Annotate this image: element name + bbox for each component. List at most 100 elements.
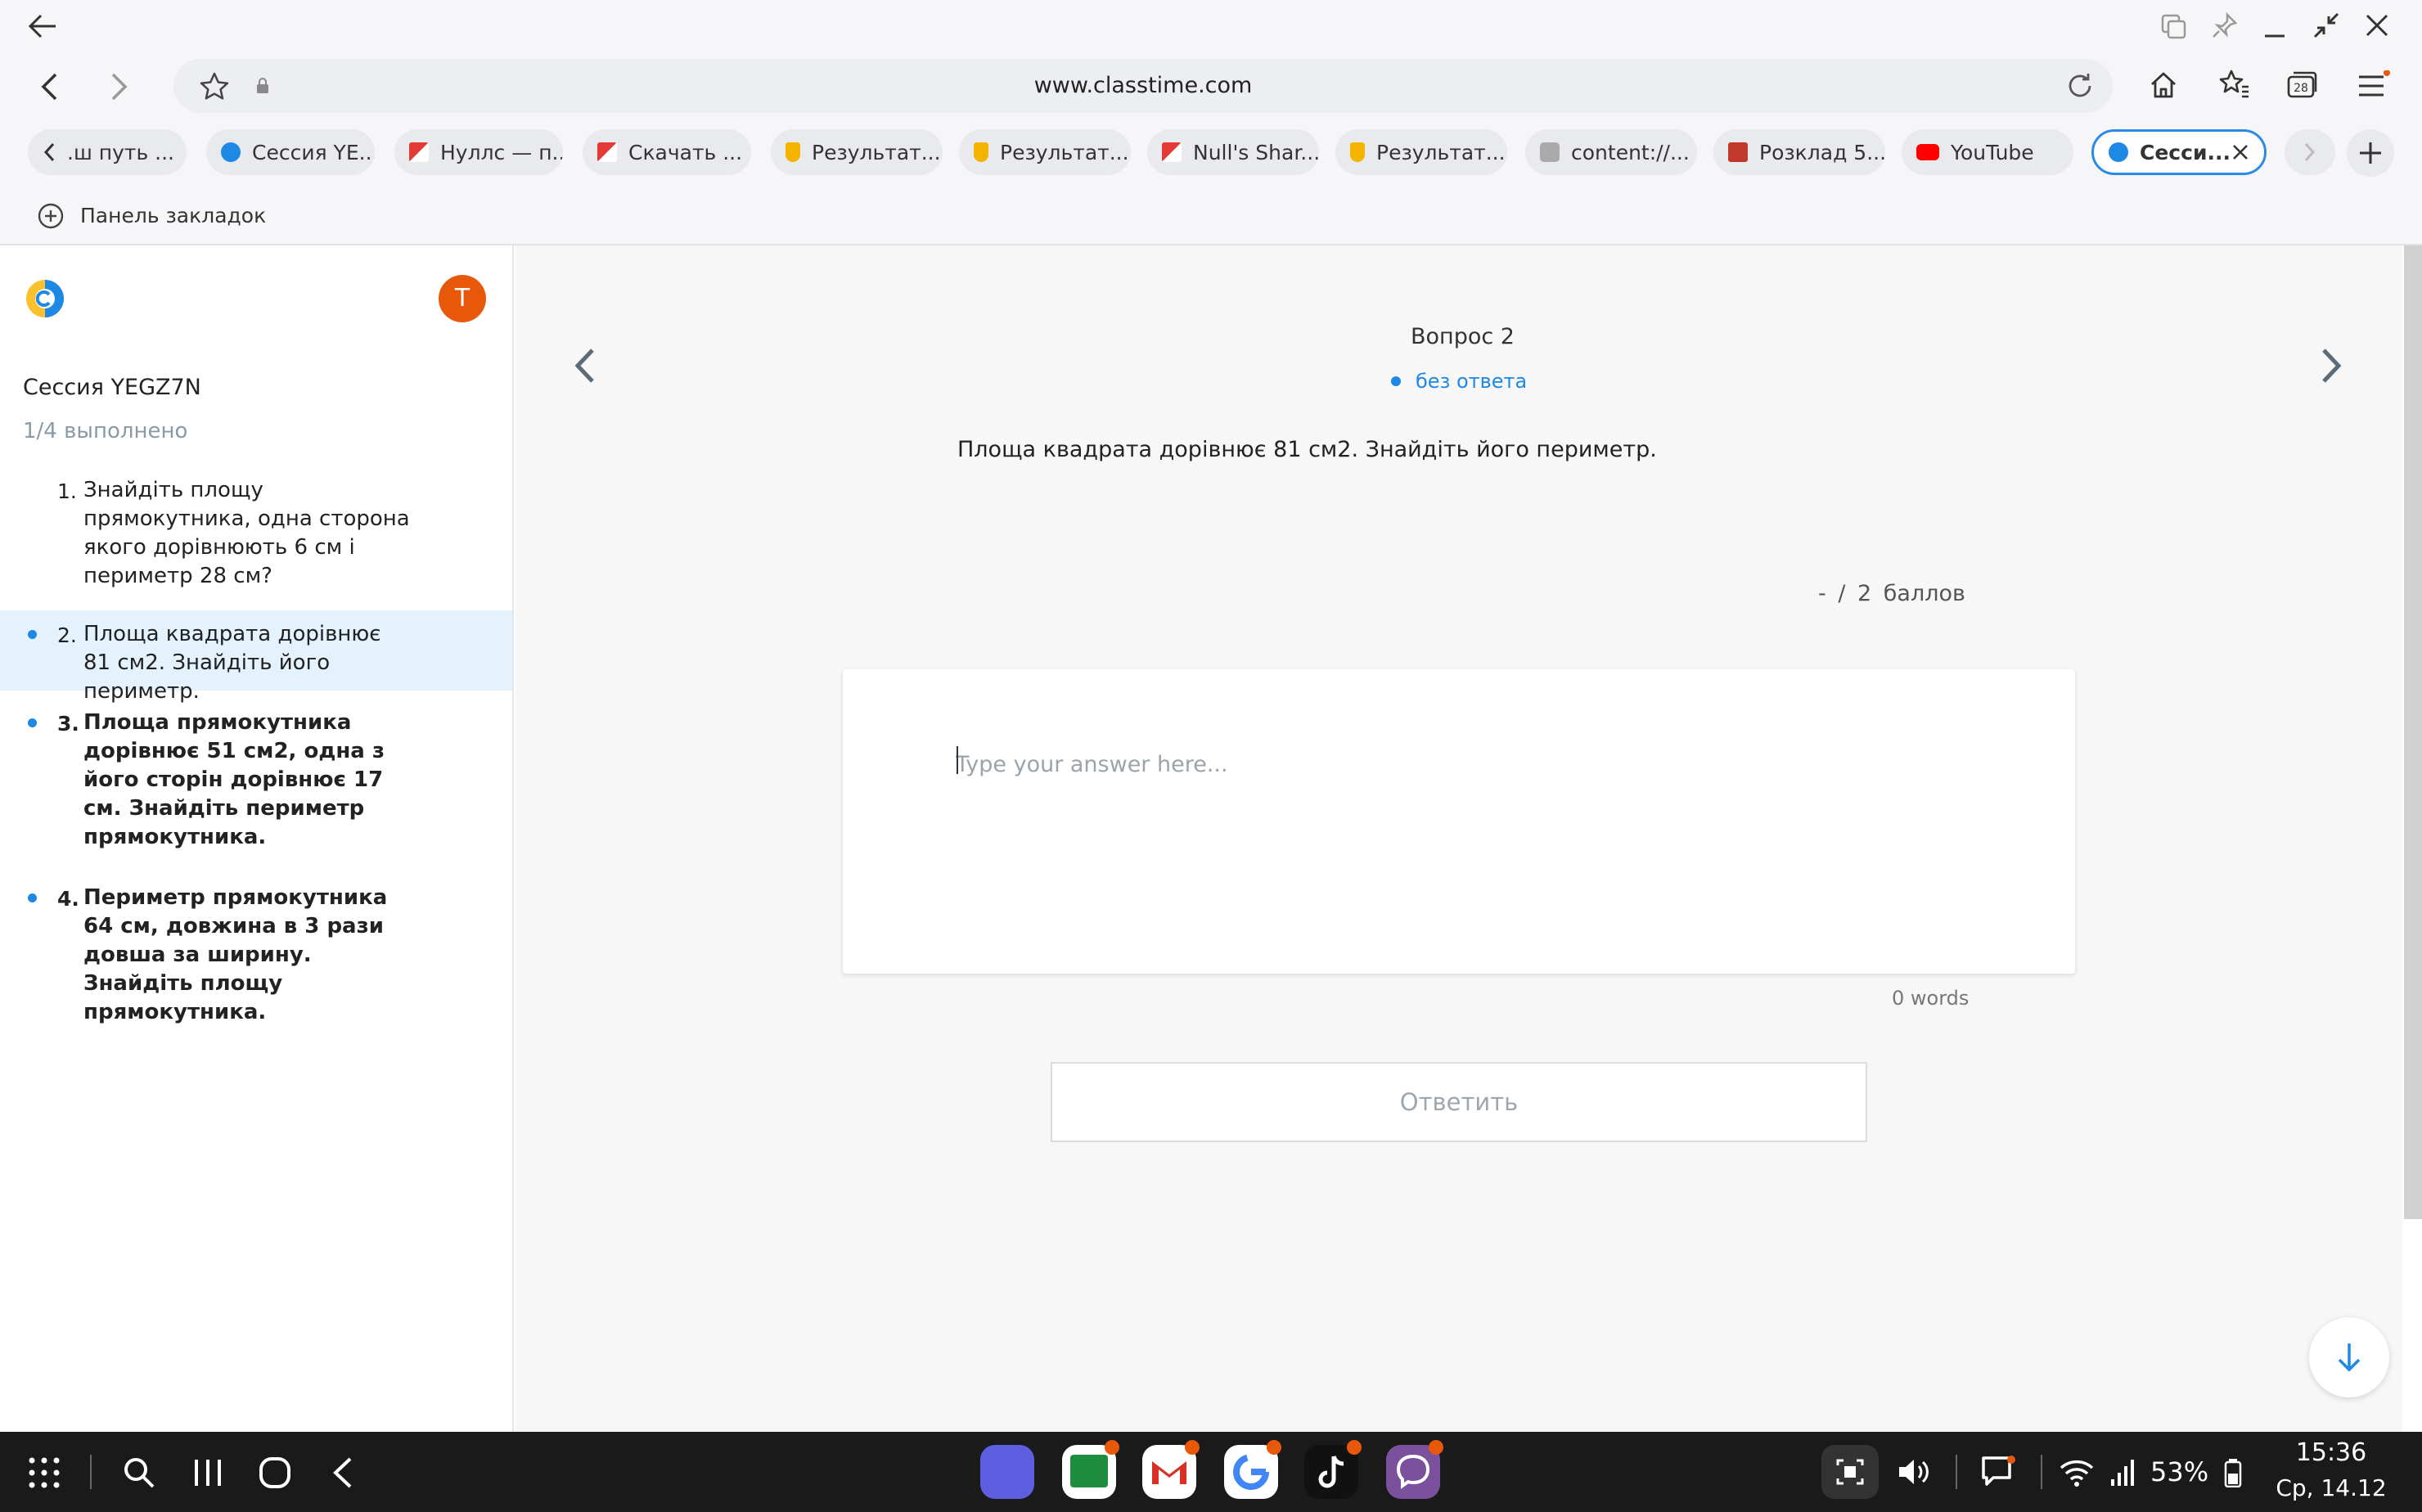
- search-icon[interactable]: [123, 1456, 155, 1489]
- next-question-icon[interactable]: [2321, 347, 2343, 385]
- restore-icon[interactable]: [2312, 11, 2340, 39]
- battery-icon: [2224, 1458, 2242, 1487]
- taskbar-divider: [90, 1455, 92, 1489]
- nulls-icon: [409, 142, 429, 162]
- pip-icon[interactable]: [2160, 13, 2186, 39]
- status-dot: [1391, 376, 1401, 386]
- home-button-icon[interactable]: [259, 1456, 291, 1489]
- nulls-icon: [597, 142, 617, 162]
- classtime-icon: [2109, 142, 2128, 162]
- tab-5[interactable]: Результат...: [771, 129, 943, 175]
- tab-12-active[interactable]: Сесси...: [2091, 129, 2267, 175]
- plus-icon: [2358, 141, 2383, 165]
- google-icon[interactable]: [1224, 1440, 1281, 1499]
- date[interactable]: Ср, 14.12: [2262, 1474, 2401, 1501]
- tab-4[interactable]: Скачать ...: [583, 129, 751, 175]
- score-text: - / 2 баллов: [1818, 581, 1965, 606]
- system-back-icon[interactable]: [331, 1456, 353, 1489]
- notification-badge: [1347, 1440, 1362, 1455]
- bookmarks-bar: Панель закладок: [0, 187, 2422, 245]
- tiktok-icon[interactable]: [1304, 1440, 1362, 1499]
- question-list-item-3[interactable]: 3. Площа прямокутника дорівнює 51 см2, о…: [0, 709, 512, 864]
- status-dot: [28, 630, 37, 639]
- question-number: Вопрос 2: [1411, 324, 1515, 349]
- menu-icon[interactable]: [2357, 70, 2391, 101]
- notification-badge: [1105, 1440, 1119, 1455]
- close-tab-icon[interactable]: [2231, 143, 2249, 161]
- scrollbar-thumb[interactable]: [2404, 245, 2422, 1219]
- tab-2[interactable]: Сессия YE...: [206, 129, 375, 175]
- new-tab-button[interactable]: [2347, 129, 2394, 177]
- system-taskbar: 53% 15:36 Ср, 14.12: [0, 1432, 2422, 1512]
- close-window-icon[interactable]: [2365, 13, 2389, 38]
- tab-1[interactable]: .ш путь ...: [28, 129, 187, 175]
- question-list-item-4[interactable]: 4. Периметр прямокутника 64 см, довжина …: [0, 884, 512, 1024]
- bell-icon: [786, 142, 800, 162]
- tab-count: 28: [2294, 82, 2308, 95]
- answer-input[interactable]: [956, 745, 1938, 784]
- bookmarks-panel-label[interactable]: Панель закладок: [80, 187, 266, 245]
- notifications-icon[interactable]: [1980, 1455, 2016, 1489]
- progress-text: 1/4 выполнено: [23, 419, 188, 443]
- gmail-icon[interactable]: [1142, 1440, 1200, 1499]
- content-icon: [1540, 142, 1560, 162]
- home-icon[interactable]: [2149, 70, 2178, 100]
- viber-icon[interactable]: [1386, 1440, 1443, 1499]
- back-arrow-icon[interactable]: [28, 13, 57, 39]
- classtime-icon: [221, 142, 241, 162]
- tab-9[interactable]: content://...: [1525, 129, 1697, 175]
- nav-back-icon[interactable]: [39, 72, 59, 101]
- address-bar[interactable]: www.classtime.com: [173, 59, 2113, 113]
- minimize-icon[interactable]: [2262, 13, 2288, 39]
- answer-status: без ответа: [1391, 370, 1527, 393]
- nav-forward-icon[interactable]: [110, 72, 129, 101]
- add-bookmark-icon[interactable]: [38, 203, 64, 229]
- question-text: Площа квадрата дорівнює 81 см2. Знайдіть…: [957, 437, 1657, 462]
- youtube-icon: [1916, 144, 1939, 160]
- answer-card: [843, 669, 2075, 974]
- window-bar: [0, 0, 2422, 52]
- google-classroom-icon[interactable]: [1062, 1440, 1119, 1499]
- url-text[interactable]: www.classtime.com: [173, 59, 2113, 113]
- taskbar-divider: [2041, 1455, 2042, 1489]
- scroll-down-button[interactable]: [2309, 1317, 2389, 1397]
- notification-badge: [1429, 1440, 1443, 1455]
- notification-badge: [1185, 1440, 1200, 1455]
- chevron-right-icon: [2303, 142, 2316, 163]
- clock[interactable]: 15:36: [2262, 1438, 2401, 1467]
- volume-icon[interactable]: [1897, 1456, 1929, 1487]
- back-chevron-icon: [43, 142, 56, 163]
- recents-icon[interactable]: [193, 1456, 223, 1489]
- apps-grid-icon[interactable]: [28, 1456, 61, 1489]
- tab-manager-icon[interactable]: 28: [2286, 70, 2317, 100]
- word-count: 0 words: [1892, 987, 1970, 1010]
- user-avatar[interactable]: T: [439, 275, 486, 322]
- wifi-icon: [2059, 1456, 2095, 1487]
- tab-6[interactable]: Результат...: [959, 129, 1131, 175]
- bell-icon: [974, 142, 988, 162]
- pin-icon[interactable]: [2211, 11, 2239, 39]
- screenshot-button[interactable]: [1821, 1445, 1879, 1499]
- arrow-down-icon: [2337, 1342, 2361, 1373]
- tab-7[interactable]: Null's Shar...: [1147, 129, 1319, 175]
- question-sidebar: T Сессия YEGZ7N 1/4 выполнено 1. Знайдіт…: [0, 245, 514, 1432]
- reload-icon[interactable]: [2065, 71, 2095, 101]
- session-title: Сессия YEGZ7N: [23, 375, 201, 400]
- bell-icon: [1350, 142, 1365, 162]
- samsung-internet-icon[interactable]: [980, 1445, 1034, 1499]
- tab-3[interactable]: Нуллс — п...: [394, 129, 563, 175]
- tab-11[interactable]: YouTube: [1902, 129, 2073, 175]
- question-list-item-2[interactable]: 2. Площа квадрата дорівнює 81 см2. Знайд…: [0, 610, 512, 704]
- status-dot: [28, 893, 37, 902]
- classtime-logo-icon[interactable]: [25, 278, 65, 319]
- bookmarks-icon[interactable]: [2217, 69, 2250, 100]
- screenshot-icon: [1835, 1457, 1865, 1487]
- submit-answer-button[interactable]: Ответить: [1051, 1062, 1867, 1142]
- prev-question-icon[interactable]: [573, 347, 596, 385]
- tab-scroll-right[interactable]: [2285, 129, 2335, 175]
- tab-10[interactable]: Розклад 5...: [1713, 129, 1885, 175]
- question-list-item-1[interactable]: 1. Знайдіть площу прямокутника, одна сто…: [0, 476, 512, 607]
- address-bar-row: www.classtime.com 28: [0, 52, 2422, 119]
- nulls-icon: [1162, 142, 1182, 162]
- tab-8[interactable]: Результат...: [1335, 129, 1507, 175]
